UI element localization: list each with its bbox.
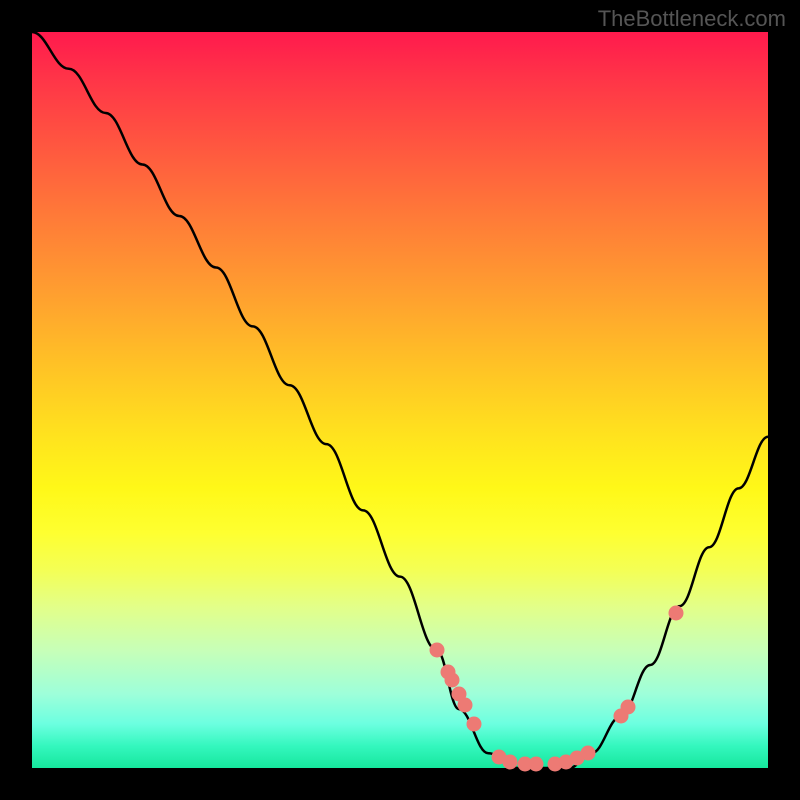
chart-plot-area [32,32,768,768]
highlight-dot [466,716,481,731]
attribution-text: TheBottleneck.com [598,6,786,32]
bottleneck-curve [32,32,768,768]
highlight-dot [444,672,459,687]
highlight-dot [429,643,444,658]
highlight-dot [457,698,472,713]
highlight-dot [580,746,595,761]
highlight-dot [621,699,636,714]
highlight-dot [669,606,684,621]
highlight-dot [529,757,544,772]
highlight-dot [503,755,518,770]
